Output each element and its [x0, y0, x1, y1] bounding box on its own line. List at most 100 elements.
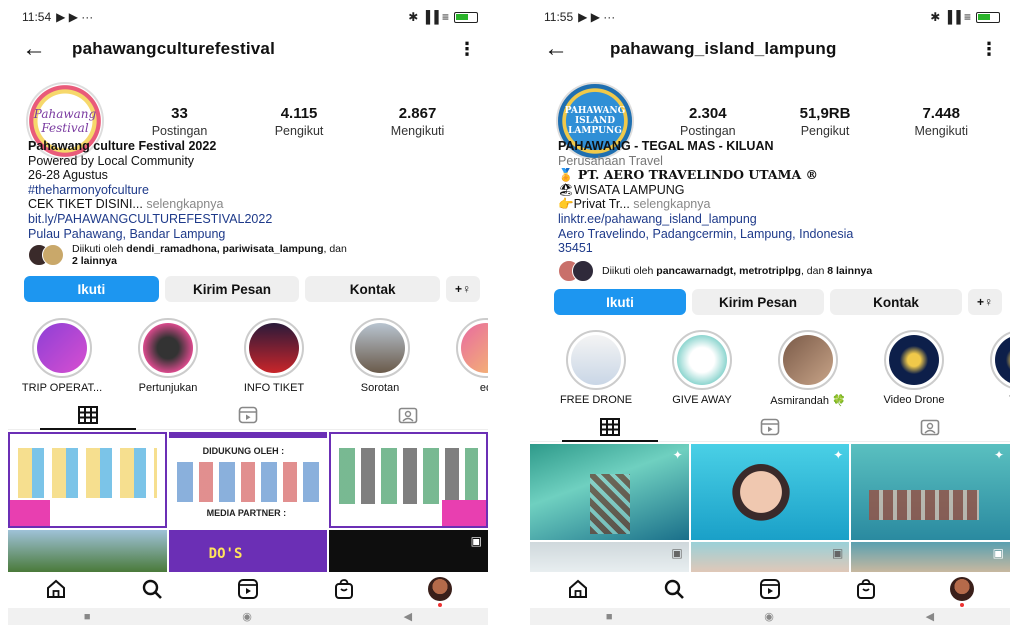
stat-number: 7.448	[922, 104, 960, 122]
grid-post[interactable]	[8, 432, 167, 528]
highlight-item[interactable]: ed	[438, 318, 488, 394]
highlight-item[interactable]: Sorotan	[332, 318, 428, 394]
grid-post[interactable]: ▣	[851, 542, 1010, 572]
see-more-link[interactable]: selengkapnya	[630, 197, 710, 211]
highlight-item[interactable]: Asmirandah 🍀	[760, 330, 856, 407]
back-triangle-icon[interactable]: ◀	[404, 610, 412, 623]
bottom-navigation	[530, 572, 1010, 607]
reel-badge-icon: ▣	[671, 546, 683, 560]
highlight-label: Pertunjukan	[138, 382, 198, 394]
tab-reels[interactable]	[690, 412, 850, 441]
contact-button[interactable]: Kontak	[305, 276, 441, 302]
home-circle-icon[interactable]: ◉	[242, 610, 252, 623]
bio-location[interactable]: Pulau Pahawang, Bandar Lampung	[28, 227, 480, 242]
contact-button[interactable]: Kontak	[830, 289, 962, 315]
nav-profile[interactable]	[948, 575, 976, 607]
recents-icon[interactable]: ■	[84, 611, 91, 623]
follow-button[interactable]: Ikuti	[24, 276, 159, 302]
pin-icon: ✦	[672, 448, 683, 462]
grid-post[interactable]: ✦	[851, 444, 1010, 540]
home-icon	[569, 579, 587, 598]
left-profile-screen: 11:54 ▶ ▶ ··· ✱ ▐▐ ≡ ← pahawangculturefes…	[8, 0, 488, 625]
nav-profile[interactable]	[426, 575, 454, 607]
grid-post[interactable]: ✦	[690, 444, 850, 540]
grid-post[interactable]: ▣	[329, 530, 488, 572]
stat-number: 2.867	[398, 104, 437, 122]
tab-tagged[interactable]	[850, 412, 1010, 441]
more-options-icon[interactable]: ⋮	[458, 39, 476, 60]
back-triangle-icon[interactable]: ◀	[926, 610, 934, 623]
reels-icon	[238, 406, 258, 423]
nav-reels[interactable]	[756, 575, 784, 603]
nav-shop[interactable]	[330, 575, 358, 603]
posts-count[interactable]: 2.304 Postingan	[680, 105, 736, 138]
status-time: 11:55	[544, 10, 574, 24]
pin-icon: ✦	[993, 448, 1004, 462]
reels-icon	[760, 418, 780, 435]
followers-count[interactable]: 4.115 Pengikut	[275, 105, 324, 138]
highlight-item[interactable]: FREE DRONE	[548, 330, 644, 407]
back-arrow-icon[interactable]: ←	[22, 35, 72, 63]
message-button[interactable]: Kirim Pesan	[692, 289, 824, 315]
tab-grid[interactable]	[8, 400, 168, 430]
stat-number: 4.115	[280, 104, 318, 122]
home-circle-icon[interactable]: ◉	[764, 610, 774, 623]
bio-link[interactable]: linktr.ee/pahawang_island_lampung	[558, 212, 1002, 227]
back-arrow-icon[interactable]: ←	[544, 35, 610, 63]
mutual-avatars	[28, 244, 64, 266]
followed-by[interactable]: Diikuti oleh dendi_ramadhona, pariwisata…	[28, 243, 480, 267]
grid-post[interactable]	[329, 432, 488, 528]
signal-icons: ✱ ▐▐ ≡	[930, 10, 971, 24]
post-caption: DIDUKUNG OLEH :	[202, 446, 285, 456]
suggest-user-button[interactable]: +♀	[968, 289, 1002, 315]
message-button[interactable]: Kirim Pesan	[164, 276, 300, 302]
highlight-item[interactable]: Pertunjukan	[120, 318, 216, 394]
highlight-label: FREE DRONE	[559, 394, 633, 406]
bio-address[interactable]: Aero Travelindo, Padangcermin, Lampung, …	[558, 227, 1002, 242]
stat-label: Postingan	[151, 123, 208, 138]
highlight-item[interactable]: INFO TIKET	[226, 318, 322, 394]
followed-mid: , dan	[800, 265, 828, 277]
following-count[interactable]: 7.448 Mengikuti	[914, 105, 968, 138]
see-more-link[interactable]: selengkapnya	[143, 197, 223, 211]
tab-reels[interactable]	[168, 400, 328, 429]
nav-search[interactable]	[660, 575, 688, 603]
grid-post[interactable]: ▣	[530, 542, 689, 572]
profile-bio: PAHAWANG - TEGAL MAS - KILUAN Perusahaan…	[558, 139, 1002, 256]
bio-line-truncated: CEK TIKET DISINI... selengkapnya	[28, 197, 480, 212]
follow-button[interactable]: Ikuti	[554, 289, 686, 315]
nav-home[interactable]	[564, 575, 592, 603]
followed-prefix: Diikuti oleh	[602, 265, 657, 277]
notification-icons: ▶ ▶ ···	[578, 10, 616, 24]
recents-icon[interactable]: ■	[606, 611, 613, 623]
tab-grid[interactable]	[530, 412, 690, 442]
grid-post[interactable]: ▣	[690, 542, 850, 572]
bio-line-truncated: 👉Privat Tr... selengkapnya	[558, 197, 1002, 212]
grid-post[interactable]: DIDUKUNG OLEH : MEDIA PARTNER :	[168, 432, 328, 528]
reel-badge-icon: ▣	[470, 534, 482, 548]
bio-address-zip[interactable]: 35451	[558, 241, 1002, 256]
nav-reels[interactable]	[234, 575, 262, 603]
grid-post[interactable]	[8, 530, 167, 572]
followed-by[interactable]: Diikuti oleh pancawarnadgt, metrotriplpg…	[558, 260, 1002, 282]
followed-mid: , dan	[323, 243, 347, 255]
bio-hashtag[interactable]: #theharmonyofculture	[28, 183, 480, 198]
more-options-icon[interactable]: ⋮	[980, 39, 998, 60]
nav-shop[interactable]	[852, 575, 880, 603]
home-icon	[47, 579, 65, 598]
bio-link[interactable]: bit.ly/PAHAWANGCULTUREFESTIVAL2022	[28, 212, 480, 227]
grid-post[interactable]: ✦	[530, 444, 689, 540]
grid-post[interactable]: DO'S	[168, 530, 328, 572]
following-count[interactable]: 2.867 Mengikuti	[391, 105, 445, 138]
nav-search[interactable]	[138, 575, 166, 603]
followers-count[interactable]: 51,9RB Pengikut	[800, 105, 851, 138]
highlight-item[interactable]: Video Drone	[866, 330, 962, 407]
suggest-user-button[interactable]: +♀	[446, 276, 481, 302]
profile-bio: Pahawang culture Festival 2022 Powered b…	[28, 139, 480, 241]
tab-tagged[interactable]	[328, 400, 488, 429]
highlight-item[interactable]: Tour	[972, 330, 1010, 407]
highlight-item[interactable]: GIVE AWAY	[654, 330, 750, 407]
nav-home[interactable]	[42, 575, 70, 603]
posts-count[interactable]: 33 Postingan	[152, 105, 208, 138]
highlight-item[interactable]: TRIP OPERAT...	[14, 318, 110, 394]
